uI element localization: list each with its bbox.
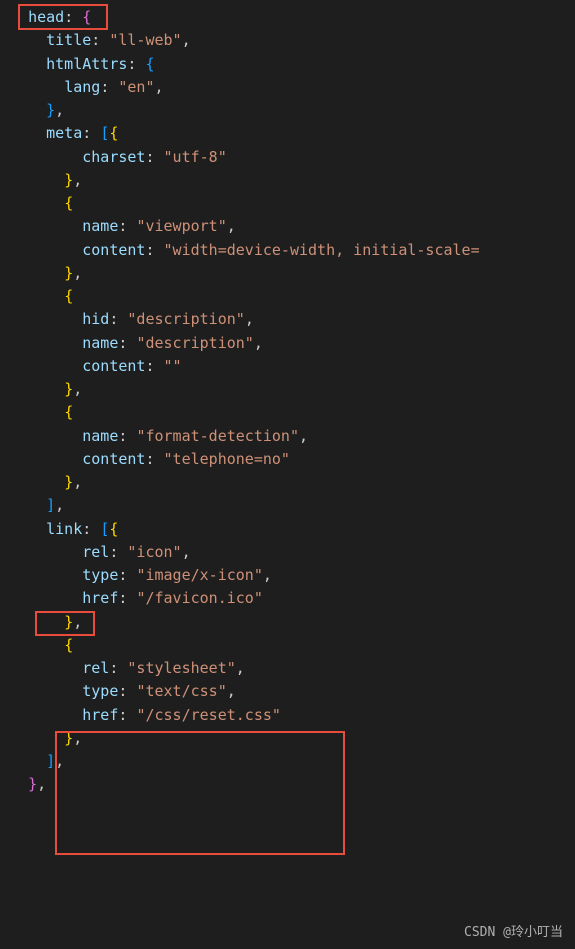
code-line: href: "/favicon.ico" (10, 587, 575, 610)
code-line: charset: "utf-8" (10, 146, 575, 169)
code-line: name: "viewport", (10, 215, 575, 238)
code-line: content: "telephone=no" (10, 448, 575, 471)
code-line: hid: "description", (10, 308, 575, 331)
code-line: rel: "stylesheet", (10, 657, 575, 680)
code-line: }, (10, 471, 575, 494)
code-line: }, (10, 773, 575, 796)
code-line: }, (10, 99, 575, 122)
code-line: { (10, 401, 575, 424)
code-line: lang: "en", (10, 76, 575, 99)
code-line: type: "image/x-icon", (10, 564, 575, 587)
code-line: { (10, 285, 575, 308)
code-line: title: "ll-web", (10, 29, 575, 52)
code-line: }, (10, 611, 575, 634)
code-line: content: "" (10, 355, 575, 378)
code-line: meta: [{ (10, 122, 575, 145)
code-line: name: "format-detection", (10, 425, 575, 448)
code-line: { (10, 192, 575, 215)
code-line: link: [{ (10, 518, 575, 541)
code-line: content: "width=device-width, initial-sc… (10, 239, 575, 262)
code-line: rel: "icon", (10, 541, 575, 564)
code-line: ], (10, 494, 575, 517)
code-line: type: "text/css", (10, 680, 575, 703)
code-line: name: "description", (10, 332, 575, 355)
code-line: htmlAttrs: { (10, 53, 575, 76)
code-line: }, (10, 169, 575, 192)
watermark: CSDN @玲小叮当 (464, 923, 563, 943)
code-line: }, (10, 262, 575, 285)
code-line: ], (10, 750, 575, 773)
code-line: }, (10, 378, 575, 401)
code-line: { (10, 634, 575, 657)
code-line: }, (10, 727, 575, 750)
code-line: href: "/css/reset.css" (10, 704, 575, 727)
code-line: head: { (10, 6, 575, 29)
code-editor[interactable]: head: { title: "ll-web", htmlAttrs: { la… (0, 6, 575, 797)
